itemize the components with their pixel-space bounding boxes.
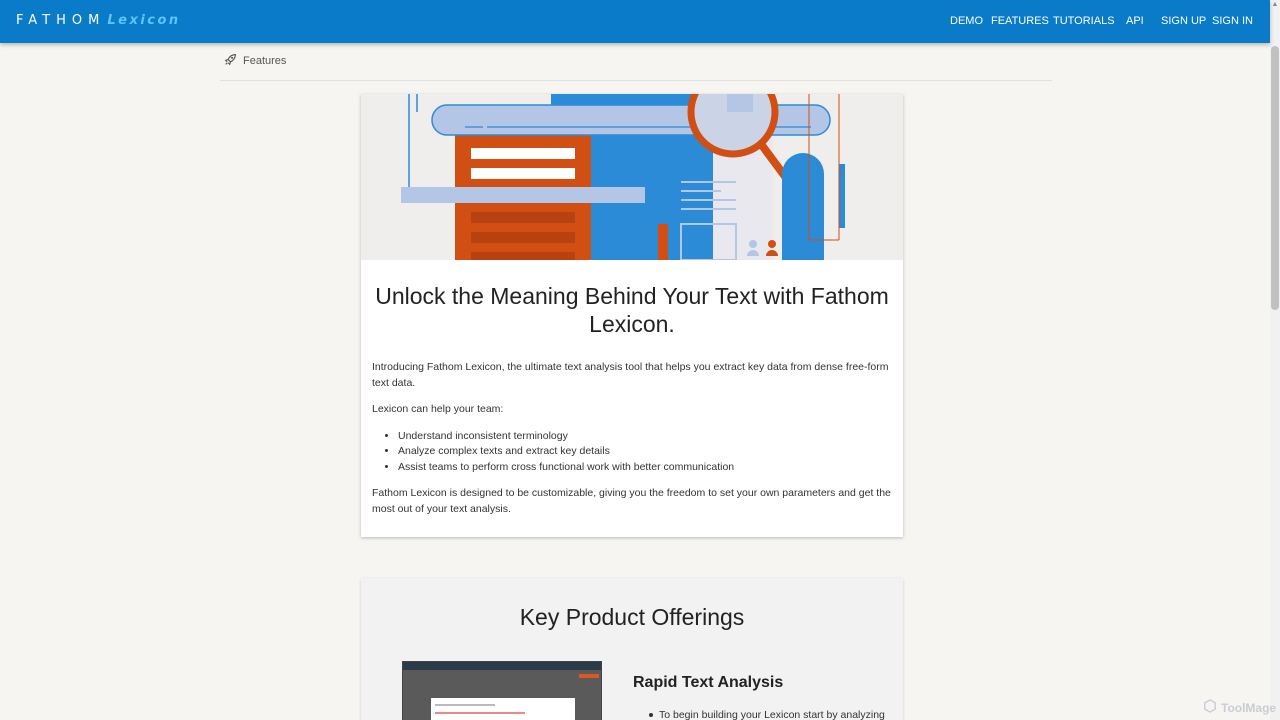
feature-title: Rapid Text Analysis (633, 674, 784, 691)
intro-title: Unlock the Meaning Behind Your Text with… (375, 283, 889, 337)
breadcrumb-divider (220, 80, 1052, 81)
nav-api[interactable]: API (1126, 15, 1144, 27)
hero-illustration (361, 94, 903, 260)
page-scrollbar[interactable]: ▲ (1270, 0, 1280, 720)
intro-paragraph-2: Lexicon can help your team: (372, 403, 504, 415)
intro-card: Unlock the Meaning Behind Your Text with… (361, 94, 903, 537)
intro-paragraph-3: Fathom Lexicon is designed to be customi… (372, 487, 891, 515)
nav-features[interactable]: FEATURES (991, 15, 1049, 27)
list-item: Analyze complex texts and extract key de… (398, 444, 892, 460)
product-screenshot-thumbnail (402, 661, 602, 720)
list-item: Assist teams to perform cross functional… (398, 460, 892, 476)
list-item: Understand inconsistent terminology (398, 429, 892, 445)
intro-paragraph-1: Introducing Fathom Lexicon, the ultimate… (372, 361, 889, 389)
watermark-label: ToolMage (1221, 700, 1277, 715)
breadcrumb: Features (224, 53, 286, 69)
top-nav-bar: FATHOM Lexicon DEMO FEATURES TUTORIALS A… (0, 0, 1270, 43)
offerings-card: Key Product Offerings Rapid Text Analysi… (361, 578, 903, 720)
intro-body: Introducing Fathom Lexicon, the ultimate… (372, 360, 892, 528)
hexagon-logo-icon (1203, 699, 1217, 716)
scroll-thumb[interactable] (1271, 46, 1279, 310)
watermark: ToolMage (1203, 699, 1276, 716)
feature-bullet: To begin building your Lexicon start by … (649, 709, 899, 720)
main-nav: DEMO FEATURES TUTORIALS API SIGN UP SIGN… (0, 15, 1270, 29)
benefits-list: Understand inconsistent terminology Anal… (398, 429, 892, 476)
scroll-up-arrow-icon[interactable]: ▲ (1271, 1, 1279, 9)
nav-tutorials[interactable]: TUTORIALS (1053, 15, 1115, 27)
nav-sign-up[interactable]: SIGN UP (1161, 15, 1206, 27)
nav-demo[interactable]: DEMO (950, 15, 983, 27)
offerings-title: Key Product Offerings (519, 604, 745, 630)
rocket-icon (224, 53, 237, 69)
breadcrumb-label: Features (243, 55, 287, 67)
nav-sign-in[interactable]: SIGN IN (1212, 15, 1253, 27)
